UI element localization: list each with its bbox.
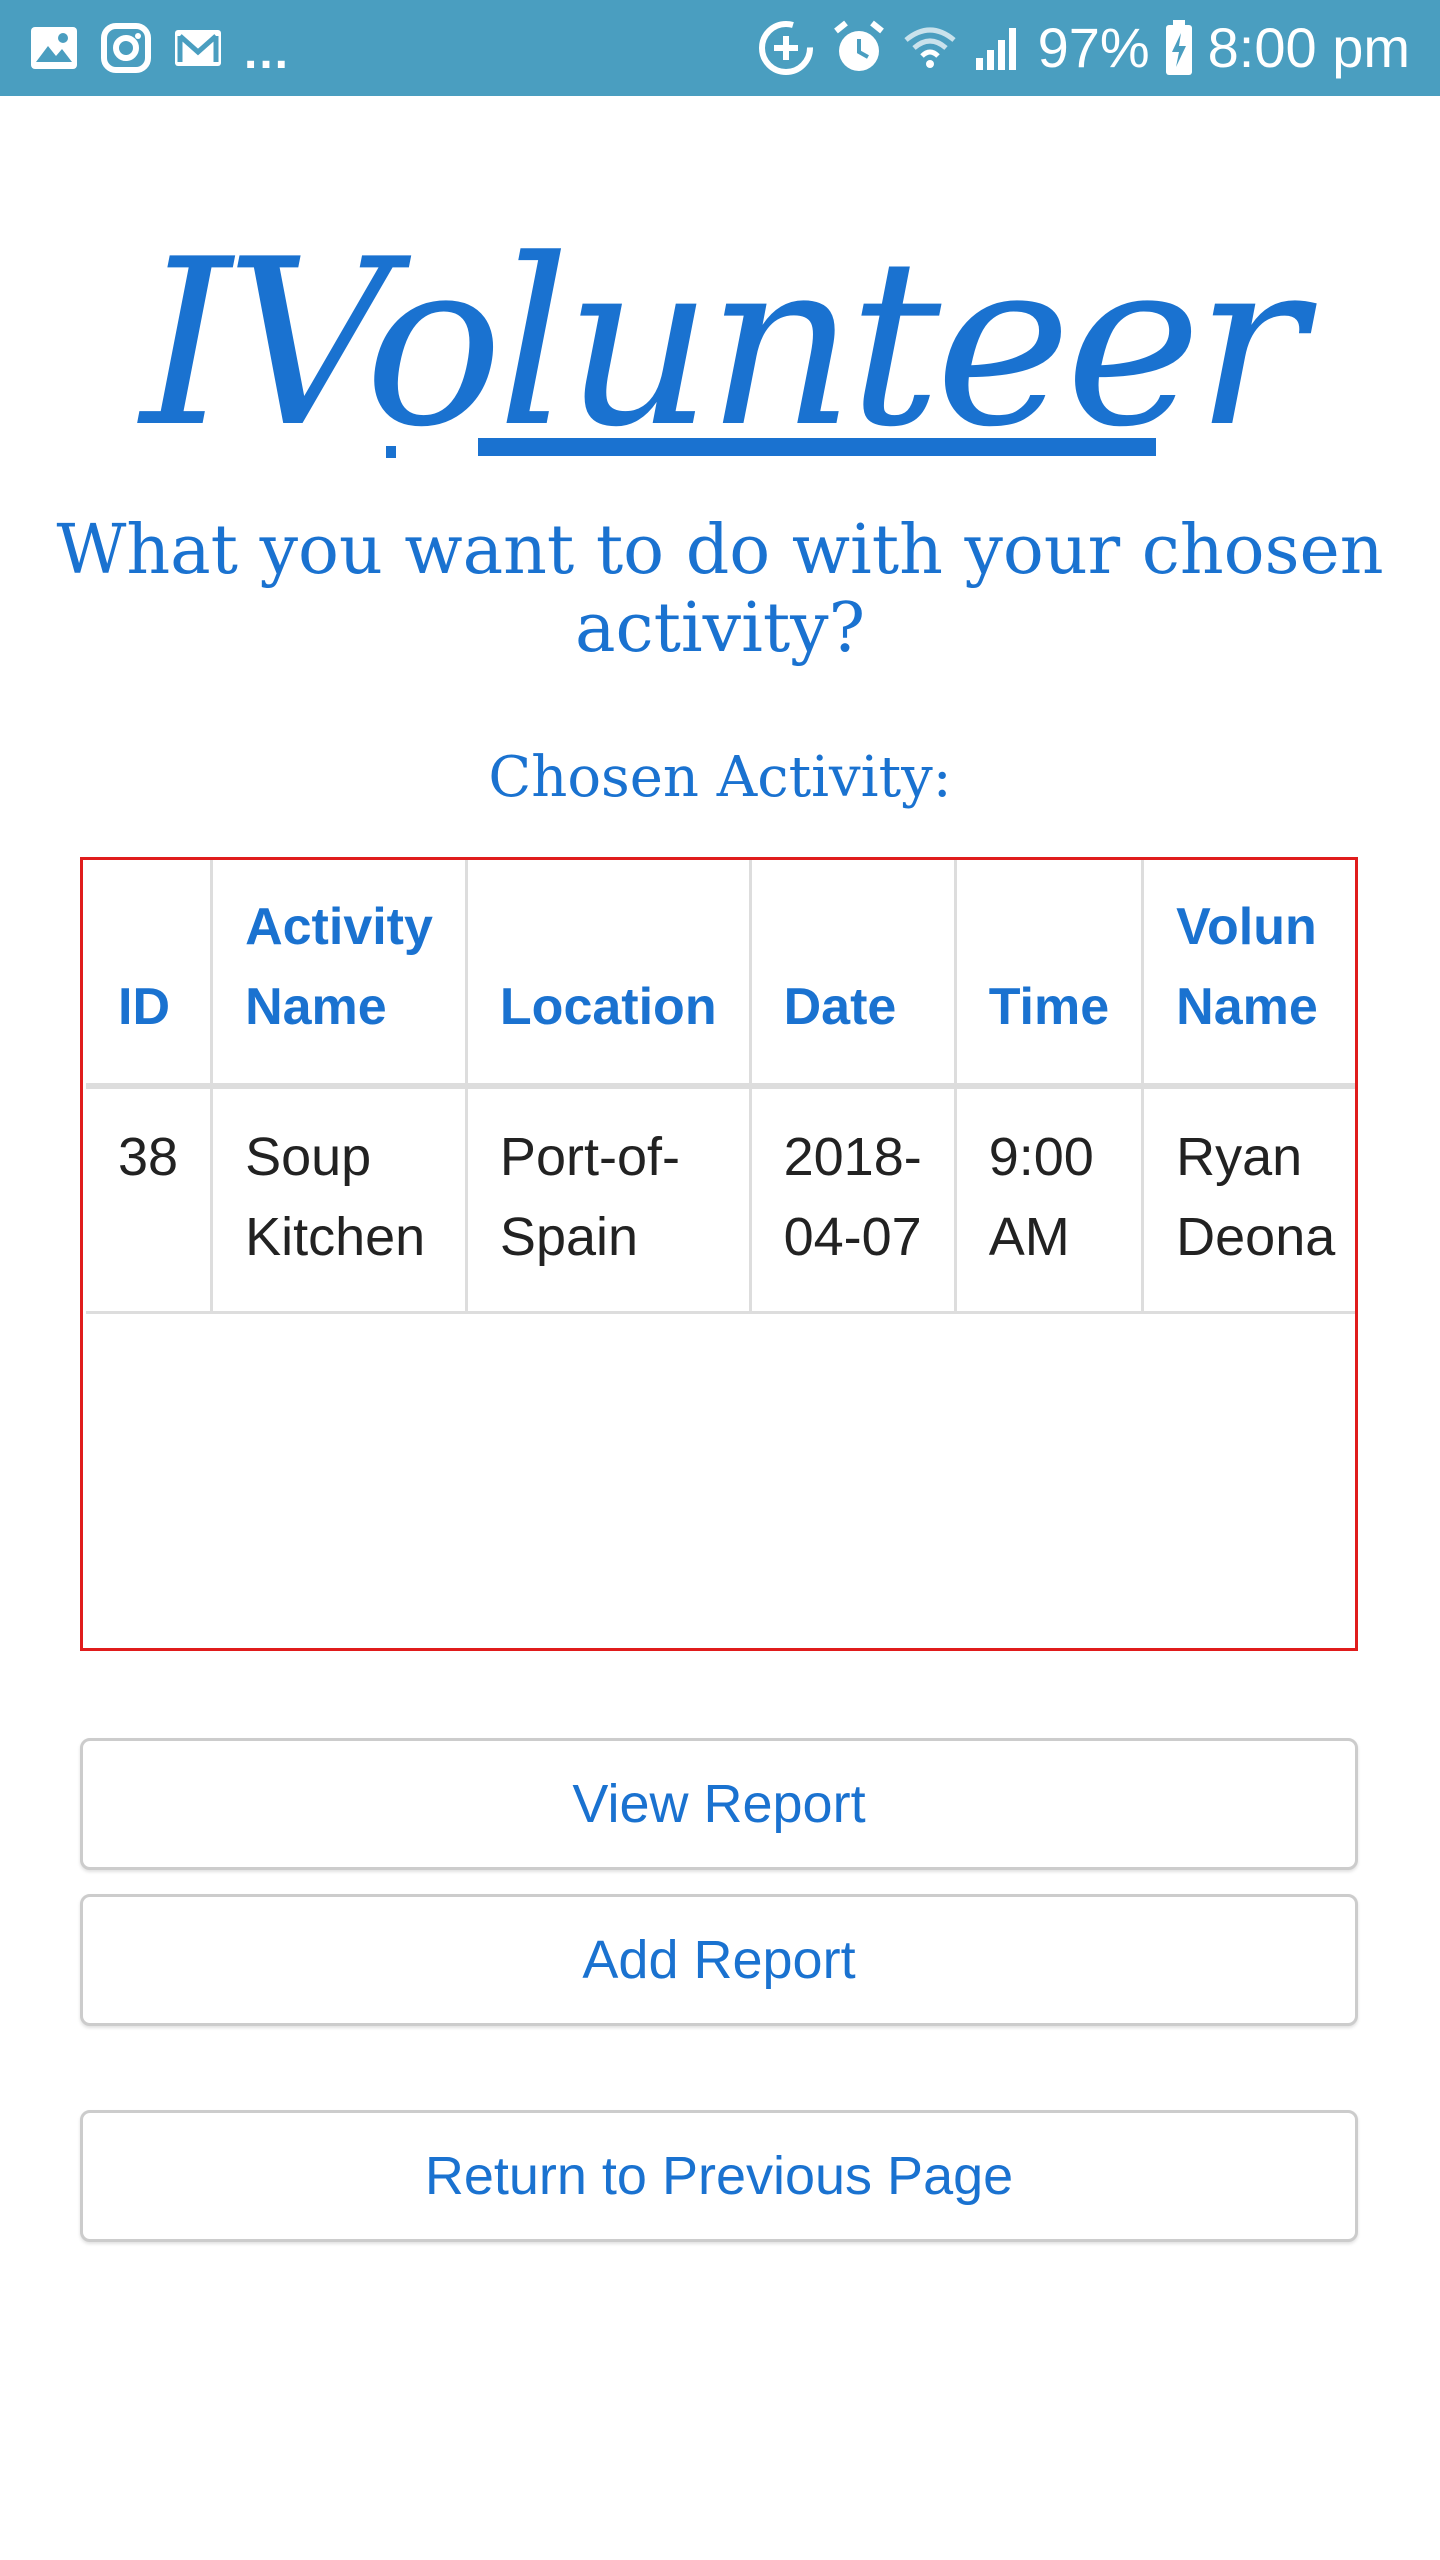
header-time: Time <box>953 860 1145 1089</box>
header-volunteer-name: Volun Name <box>1141 860 1355 1089</box>
system-icons: 97% 8:00 pm <box>756 14 1410 82</box>
cell-line: Port-of- <box>499 1127 680 1187</box>
cell-line: 38 <box>118 1127 179 1187</box>
battery-charging-icon <box>1164 19 1194 77</box>
logo-dot <box>386 446 396 458</box>
header-line: Name <box>1176 978 1318 1036</box>
header-activity-name: Activity Name <box>210 860 468 1089</box>
cell-line: AM <box>988 1207 1070 1267</box>
logo-underline <box>478 438 1156 456</box>
gmail-icon <box>172 22 224 74</box>
header-line: Volun <box>1176 898 1317 956</box>
cell-activity-name: Soup Kitchen <box>210 1084 468 1314</box>
header-line: Activity <box>245 898 433 956</box>
cell-id: 38 <box>86 1084 214 1314</box>
cell-time: 9:00 AM <box>953 1084 1145 1314</box>
view-report-button[interactable]: View Report <box>80 1738 1358 1870</box>
instagram-icon <box>100 22 152 74</box>
status-bar: ... 97% 8:00 pm <box>0 0 1440 96</box>
notification-icons: ... <box>28 20 291 79</box>
cell-line: Soup <box>245 1127 372 1187</box>
header-line: Date <box>783 978 897 1036</box>
header-line: Location <box>499 978 717 1036</box>
add-report-button[interactable]: Add Report <box>80 1894 1358 2026</box>
wifi-icon <box>902 20 958 76</box>
header-line: Time <box>988 978 1110 1036</box>
app-logo: IVolunteer <box>140 211 1306 478</box>
cell-line: Kitchen <box>245 1207 426 1267</box>
header-id: ID <box>86 860 214 1089</box>
cell-location: Port-of- Spain <box>464 1084 752 1314</box>
alarm-icon <box>830 19 888 77</box>
battery-percent: 97% <box>1037 16 1150 79</box>
table-row[interactable]: 38 Soup Kitchen Port-of- Spain 2018- 04-07 … <box>86 1084 1355 1314</box>
section-title: Chosen Activity: <box>488 745 952 810</box>
cell-line: Spain <box>499 1207 639 1267</box>
cell-line: Ryan <box>1176 1127 1303 1187</box>
gallery-icon <box>28 22 80 74</box>
header-line: Name <box>245 978 387 1036</box>
cell-line: 2018- <box>783 1127 922 1187</box>
activity-table-container[interactable]: ID Activity Name Location Date Time Volun… <box>80 857 1358 1651</box>
clock: 8:00 pm <box>1207 16 1410 79</box>
cell-date: 2018- 04-07 <box>748 1084 957 1314</box>
cell-volunteer-name: Ryan Deona <box>1141 1084 1355 1314</box>
cell-line: Deona <box>1176 1207 1336 1267</box>
data-saver-icon <box>756 18 816 78</box>
activity-table: ID Activity Name Location Date Time Volun… <box>86 860 1355 1314</box>
header-date: Date <box>748 860 957 1089</box>
page-title: What you want to do with your chosen act… <box>56 511 1384 668</box>
more-notifications: ... <box>244 26 291 79</box>
return-button[interactable]: Return to Previous Page <box>80 2110 1358 2242</box>
table-header-row: ID Activity Name Location Date Time Volun… <box>86 860 1355 1089</box>
header-location: Location <box>464 860 752 1089</box>
header-line: ID <box>118 978 170 1036</box>
cell-line: 9:00 <box>988 1127 1094 1187</box>
cell-line: 04-07 <box>783 1207 922 1267</box>
signal-icon <box>972 22 1024 74</box>
